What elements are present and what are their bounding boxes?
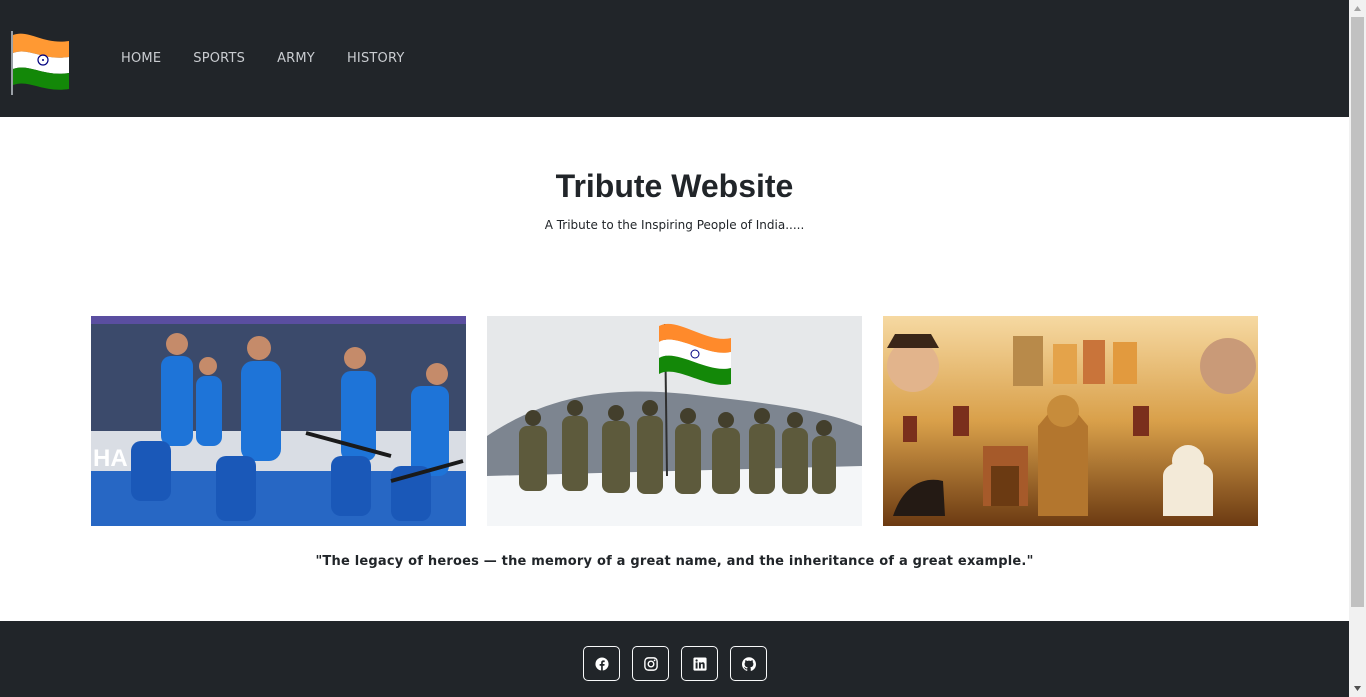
linkedin-button[interactable] bbox=[681, 646, 718, 681]
facebook-button[interactable] bbox=[583, 646, 620, 681]
nav-history[interactable]: HISTORY bbox=[331, 49, 421, 69]
scroll-up-arrow-icon[interactable] bbox=[1349, 0, 1366, 17]
linkedin-icon bbox=[692, 656, 707, 671]
indian-army-soldiers-flag-photo bbox=[487, 316, 862, 526]
instagram-icon bbox=[643, 656, 658, 671]
facebook-icon bbox=[594, 656, 609, 671]
sports-card[interactable]: HA bbox=[91, 316, 466, 526]
page-subtitle: A Tribute to the Inspiring People of Ind… bbox=[544, 218, 805, 232]
page: HOME SPORTS ARMY HISTORY Tribute Website… bbox=[0, 0, 1349, 697]
brand-logo-link[interactable] bbox=[11, 31, 71, 95]
footer bbox=[0, 621, 1349, 697]
vertical-scrollbar[interactable] bbox=[1349, 0, 1366, 697]
scroll-down-arrow-icon[interactable] bbox=[1349, 680, 1366, 697]
scroll-thumb[interactable] bbox=[1351, 17, 1364, 607]
navbar: HOME SPORTS ARMY HISTORY bbox=[0, 0, 1349, 117]
indian-history-collage-photo bbox=[883, 316, 1258, 526]
instagram-button[interactable] bbox=[632, 646, 669, 681]
github-icon bbox=[741, 656, 756, 671]
india-flag-icon bbox=[11, 31, 69, 95]
github-button[interactable] bbox=[730, 646, 767, 681]
nav-menu: HOME SPORTS ARMY HISTORY bbox=[105, 49, 421, 69]
history-card[interactable] bbox=[883, 316, 1258, 526]
svg-text:HA: HA bbox=[93, 445, 128, 472]
social-links bbox=[583, 646, 767, 681]
nav-home[interactable]: HOME bbox=[105, 49, 177, 69]
heroes-quote: "The legacy of heroes — the memory of a … bbox=[315, 554, 1034, 569]
nav-army[interactable]: ARMY bbox=[261, 49, 331, 69]
indian-hockey-team-photo: HA bbox=[91, 316, 466, 526]
nav-sports[interactable]: SPORTS bbox=[177, 49, 261, 69]
army-card[interactable] bbox=[487, 316, 862, 526]
page-title: Tribute Website bbox=[555, 168, 794, 204]
